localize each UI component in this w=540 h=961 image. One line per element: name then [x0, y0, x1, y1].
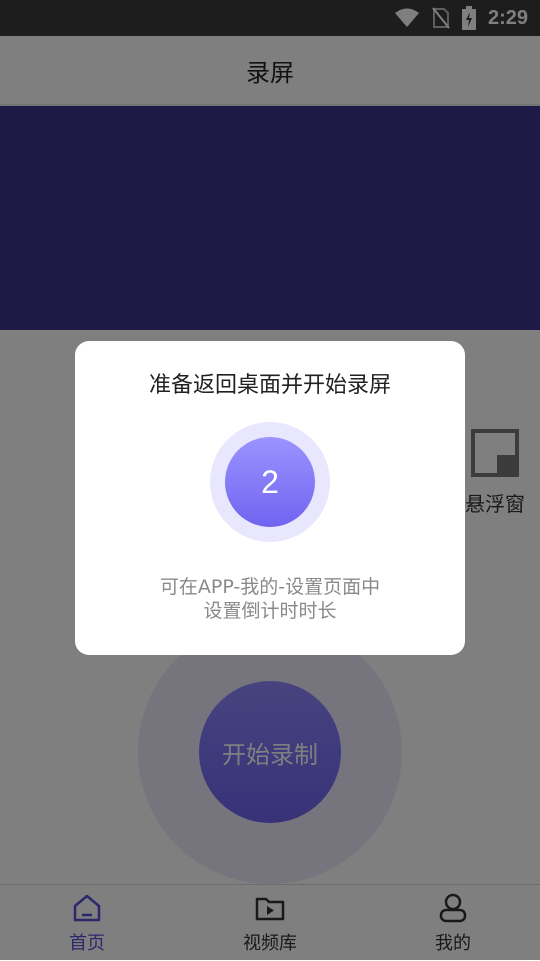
- dialog-hint: 可在APP-我的-设置页面中 设置倒计时时长: [75, 575, 465, 623]
- countdown-number: 2: [225, 437, 315, 527]
- countdown-ring: 2: [210, 422, 330, 542]
- countdown-dialog: 准备返回桌面并开始录屏 2 可在APP-我的-设置页面中 设置倒计时时长: [75, 341, 465, 655]
- dialog-hint-line-2: 设置倒计时时长: [203, 600, 337, 622]
- dialog-title: 准备返回桌面并开始录屏: [148, 373, 391, 398]
- dialog-hint-line-1: 可在APP-我的-设置页面中: [159, 576, 381, 598]
